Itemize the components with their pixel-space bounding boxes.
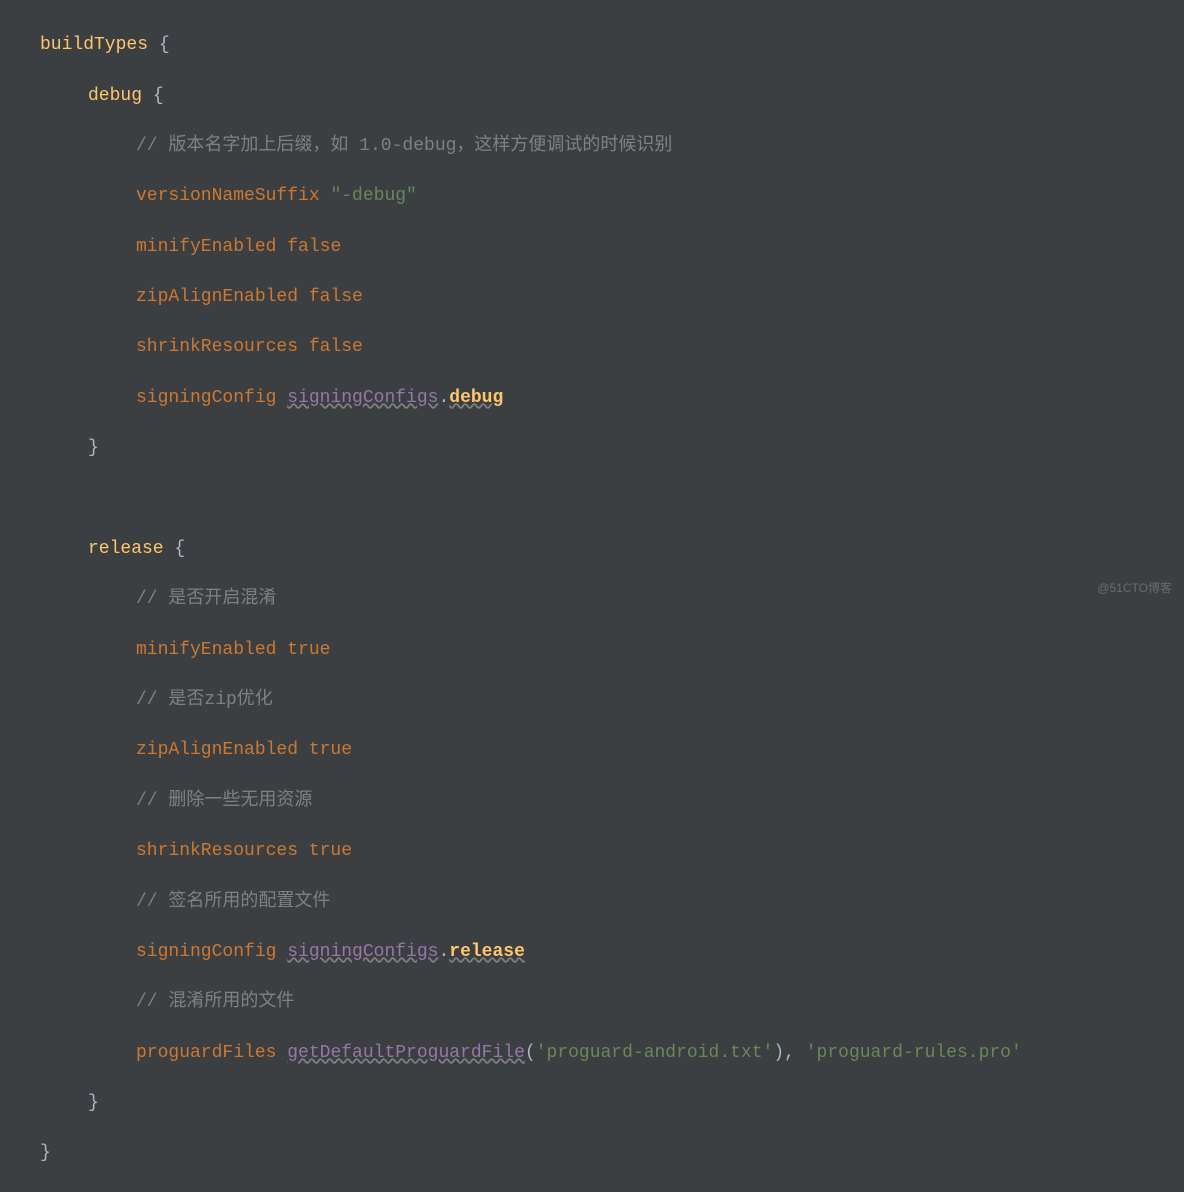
string: "-debug" (330, 186, 416, 206)
comment: // 删除一些无用资源 (136, 791, 312, 811)
boolean: true (309, 841, 352, 861)
code-line: zipAlignEnabled false (40, 285, 1184, 310)
code-line: debug { (40, 84, 1184, 109)
brace: { (142, 86, 164, 106)
code-line: zipAlignEnabled true (40, 738, 1184, 763)
property: signingConfig (136, 388, 287, 408)
property: shrinkResources (136, 841, 309, 861)
member: release (449, 942, 525, 962)
dot: . (438, 942, 449, 962)
reference: signingConfigs (287, 942, 438, 962)
code-line: // 版本名字加上后缀，如 1.0-debug，这样方便调试的时候识别 (40, 134, 1184, 159)
watermark-text: @51CTO博客 (1097, 580, 1172, 597)
code-editor[interactable]: buildTypes { debug { // 版本名字加上后缀，如 1.0-d… (0, 8, 1184, 1192)
property: zipAlignEnabled (136, 740, 309, 760)
code-line: release { (40, 537, 1184, 562)
code-line: signingConfig signingConfigs.release (40, 940, 1184, 965)
code-line: minifyEnabled true (40, 638, 1184, 663)
code-line: proguardFiles getDefaultProguardFile('pr… (40, 1041, 1184, 1066)
code-line: minifyEnabled false (40, 235, 1184, 260)
property: zipAlignEnabled (136, 287, 309, 307)
brace: { (148, 35, 170, 55)
comment: // 是否zip优化 (136, 690, 273, 710)
code-line: } (40, 436, 1184, 461)
keyword: buildTypes (40, 35, 148, 55)
code-line: shrinkResources false (40, 335, 1184, 360)
code-line: // 是否开启混淆 (40, 587, 1184, 612)
code-line: shrinkResources true (40, 839, 1184, 864)
brace: { (164, 539, 186, 559)
property: minifyEnabled (136, 237, 287, 257)
code-line: signingConfig signingConfigs.debug (40, 386, 1184, 411)
property: minifyEnabled (136, 640, 287, 660)
code-line: // 混淆所用的文件 (40, 990, 1184, 1015)
comment: // 是否开启混淆 (136, 589, 276, 609)
code-line: } (40, 1091, 1184, 1116)
brace: } (40, 1143, 51, 1163)
member: debug (449, 388, 503, 408)
property: signingConfig (136, 942, 287, 962)
property: shrinkResources (136, 337, 309, 357)
code-line: buildTypes { (40, 33, 1184, 58)
property: versionNameSuffix (136, 186, 330, 206)
paren: ( (525, 1043, 536, 1063)
code-line: // 是否zip优化 (40, 688, 1184, 713)
boolean: false (309, 287, 363, 307)
code-line: } (40, 1141, 1184, 1166)
property: proguardFiles (136, 1043, 287, 1063)
comment: // 签名所用的配置文件 (136, 892, 330, 912)
keyword: release (88, 539, 164, 559)
code-line: versionNameSuffix "-debug" (40, 184, 1184, 209)
code-line (40, 487, 1184, 512)
comment: // 混淆所用的文件 (136, 992, 294, 1012)
comma: , (784, 1043, 806, 1063)
function-call: getDefaultProguardFile (287, 1043, 525, 1063)
comment: // 版本名字加上后缀，如 1.0-debug，这样方便调试的时候识别 (136, 136, 672, 156)
code-line: // 签名所用的配置文件 (40, 890, 1184, 915)
string: 'proguard-android.txt' (536, 1043, 774, 1063)
brace: } (88, 1093, 99, 1113)
brace: } (88, 438, 99, 458)
paren: ) (773, 1043, 784, 1063)
dot: . (438, 388, 449, 408)
boolean: true (309, 740, 352, 760)
keyword: debug (88, 86, 142, 106)
code-line: // 删除一些无用资源 (40, 789, 1184, 814)
reference: signingConfigs (287, 388, 438, 408)
string: 'proguard-rules.pro' (806, 1043, 1022, 1063)
boolean: true (287, 640, 330, 660)
boolean: false (287, 237, 341, 257)
boolean: false (309, 337, 363, 357)
